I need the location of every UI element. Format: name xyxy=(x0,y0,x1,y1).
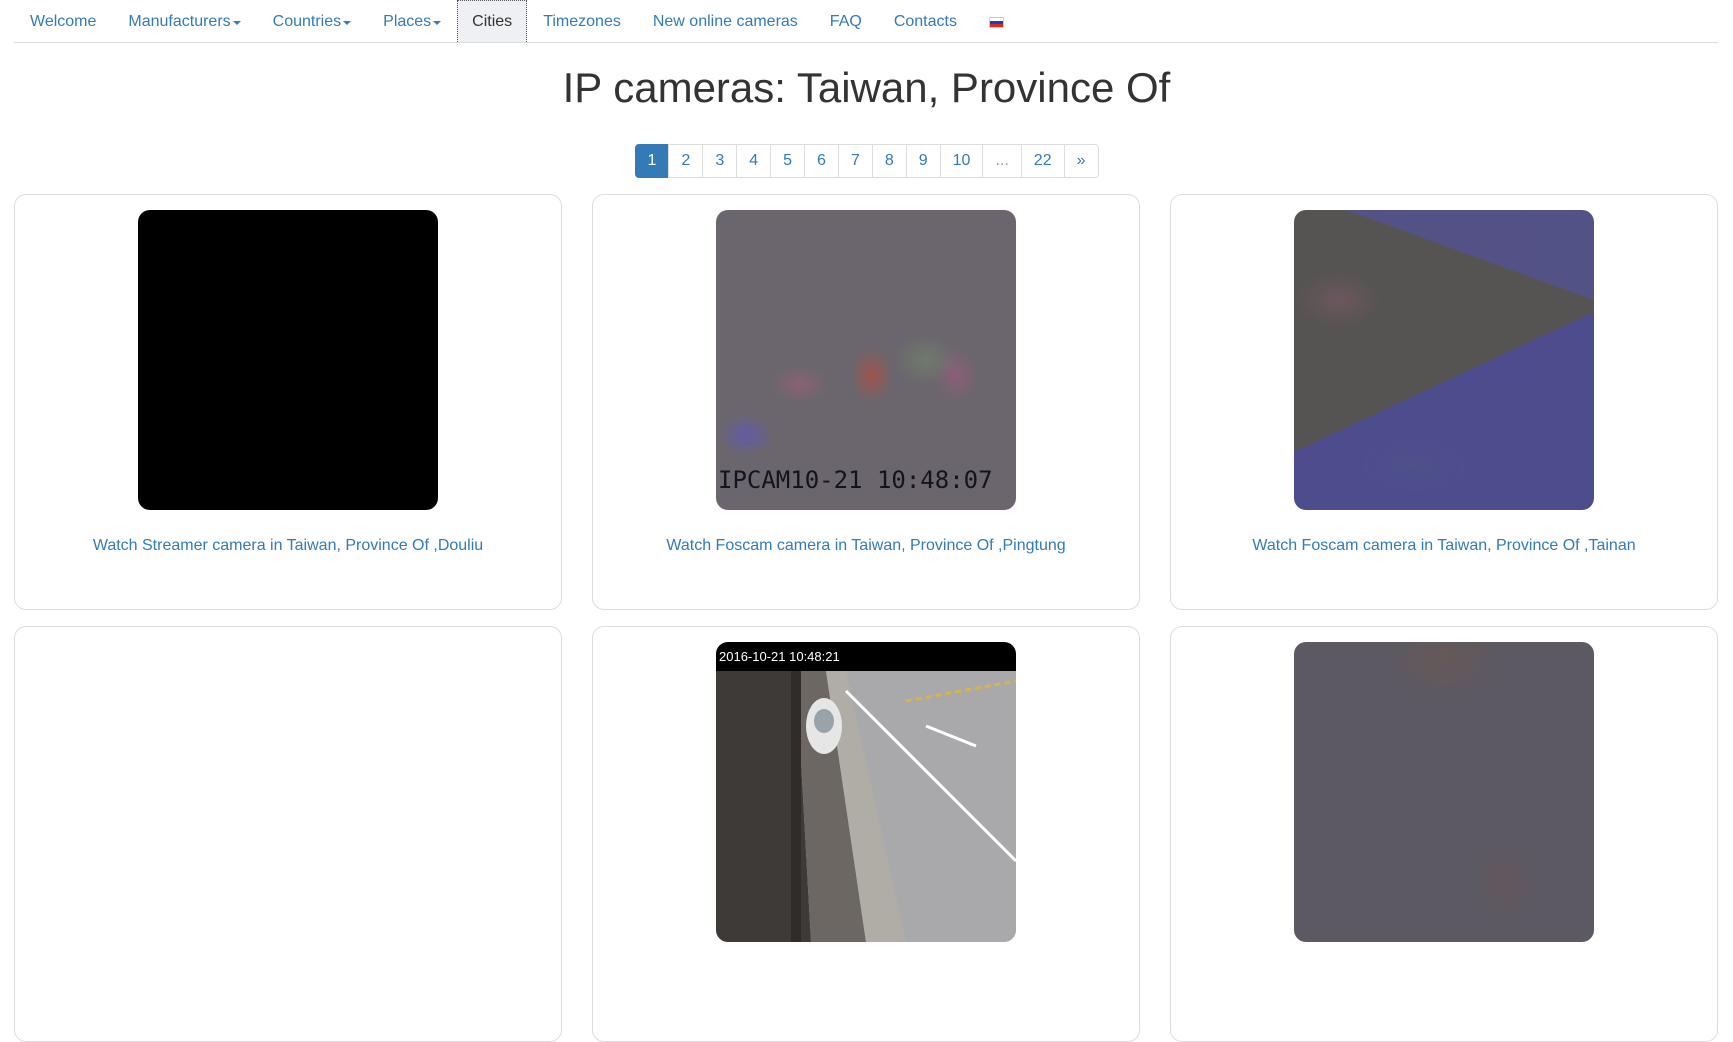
page-6-button[interactable]: 6 xyxy=(804,144,839,178)
nav-welcome-label: Welcome xyxy=(30,12,97,30)
camera-thumbnail[interactable] xyxy=(1294,642,1594,942)
camera-card: IPCAM10-21 10:48:07 Watch Foscam camera … xyxy=(592,194,1140,610)
camera-link[interactable]: Watch Foscam camera in Taiwan, Province … xyxy=(593,537,1139,555)
camera-timestamp-overlay: 2016-10-21 10:48:21 xyxy=(716,642,1016,671)
nav-list: Welcome Manufacturers Countries Places C… xyxy=(14,0,1718,43)
nav-welcome[interactable]: Welcome xyxy=(14,0,112,43)
nav-faq-label: FAQ xyxy=(829,12,862,30)
page-title: IP cameras: Taiwan, Province Of xyxy=(562,64,1171,111)
pagination-list: 1 2 3 4 5 6 7 8 9 10 ... 22 » xyxy=(634,144,1099,178)
camera-thumbnail[interactable]: IPCAM10-21 10:48:07 xyxy=(716,210,1016,510)
nav-timezones[interactable]: Timezones xyxy=(527,0,637,43)
nav-countries-dropdown[interactable]: Countries xyxy=(257,0,367,43)
caret-down-icon xyxy=(433,20,442,25)
camera-thumbnail[interactable] xyxy=(138,210,438,510)
camera-timestamp-overlay: IPCAM10-21 10:48:07 xyxy=(718,466,993,494)
page-8-button[interactable]: 8 xyxy=(871,144,907,178)
street-scene-image xyxy=(716,671,1016,942)
camera-link[interactable]: Watch Foscam camera in Taiwan, Province … xyxy=(1171,537,1717,555)
page-9-button[interactable]: 9 xyxy=(905,144,941,178)
camera-card xyxy=(14,626,562,1042)
caret-down-icon xyxy=(232,20,241,25)
nav-manufacturers-dropdown[interactable]: Manufacturers xyxy=(112,0,256,43)
russian-flag-icon xyxy=(988,17,1004,28)
camera-card xyxy=(1170,626,1718,1042)
nav-new-online-cameras-label: New online cameras xyxy=(652,12,798,30)
nav-places-label: Places xyxy=(383,12,432,30)
page-22-button[interactable]: 22 xyxy=(1020,144,1065,178)
page-4-button[interactable]: 4 xyxy=(736,144,772,178)
nav-contacts[interactable]: Contacts xyxy=(878,0,973,43)
nav-countries-label: Countries xyxy=(272,12,342,30)
camera-link[interactable]: Watch Streamer camera in Taiwan, Provinc… xyxy=(15,537,561,555)
page-2-button[interactable]: 2 xyxy=(668,144,704,178)
page-5-button[interactable]: 5 xyxy=(770,144,806,178)
camera-thumbnail[interactable]: 2016-10-21 10:48:21 xyxy=(716,642,1016,942)
nav-faq[interactable]: FAQ xyxy=(814,0,878,43)
nav-places-dropdown[interactable]: Places xyxy=(367,0,457,43)
page-1-button[interactable]: 1 xyxy=(634,144,670,178)
nav-contacts-label: Contacts xyxy=(893,12,957,30)
camera-card: Watch Foscam camera in Taiwan, Province … xyxy=(1170,194,1718,610)
nav-cities-label: Cities xyxy=(472,12,513,30)
page-3-button[interactable]: 3 xyxy=(702,144,738,178)
nav-cities[interactable]: Cities xyxy=(457,0,528,42)
camera-card: 2016-10-21 10:48:21 xyxy=(592,626,1140,1042)
page-ellipsis: ... xyxy=(982,144,1022,178)
caret-down-icon xyxy=(343,20,352,25)
page-7-button[interactable]: 7 xyxy=(837,144,873,178)
nav-manufacturers-label: Manufacturers xyxy=(128,12,231,30)
page-10-button[interactable]: 10 xyxy=(939,144,984,178)
camera-thumbnail[interactable] xyxy=(1294,210,1594,510)
camera-card: Watch Streamer camera in Taiwan, Provinc… xyxy=(14,194,562,610)
next-page-button[interactable]: » xyxy=(1063,144,1099,178)
pagination: 1 2 3 4 5 6 7 8 9 10 ... 22 » xyxy=(0,144,1733,178)
top-navbar: Welcome Manufacturers Countries Places C… xyxy=(14,0,1718,43)
language-switch[interactable] xyxy=(973,0,1020,43)
nav-new-online-cameras[interactable]: New online cameras xyxy=(637,0,814,43)
nav-timezones-label: Timezones xyxy=(543,12,621,30)
